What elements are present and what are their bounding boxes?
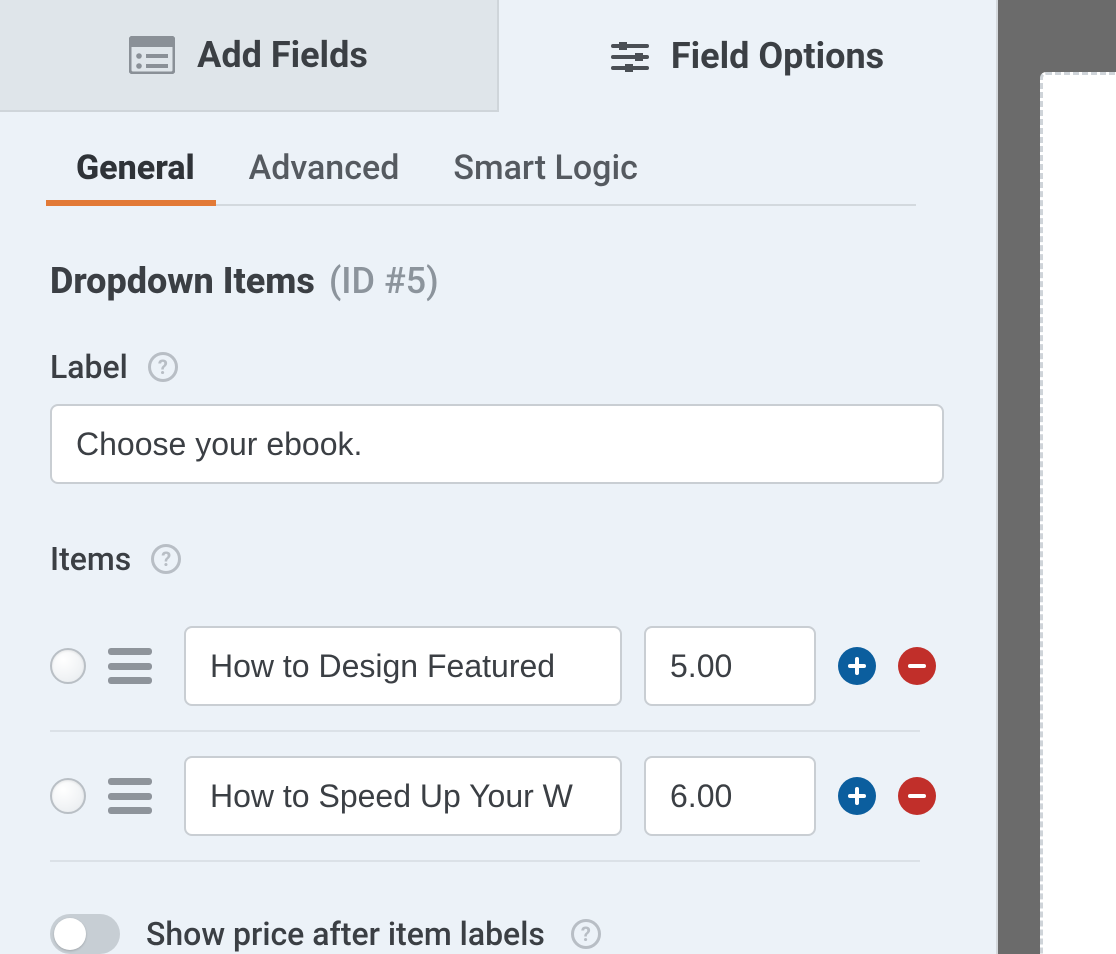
show-price-toggle[interactable] xyxy=(50,914,120,954)
field-type-title: Dropdown Items xyxy=(50,260,315,302)
top-tabs: Add Fields Field Options xyxy=(0,0,996,112)
tab-add-fields[interactable]: Add Fields xyxy=(0,0,499,112)
default-radio[interactable] xyxy=(50,648,86,684)
item-price-input[interactable] xyxy=(644,756,816,836)
form-preview-placeholder xyxy=(1040,72,1116,954)
label-input[interactable] xyxy=(50,404,944,484)
plus-icon xyxy=(847,656,867,676)
label-heading: Label xyxy=(50,348,128,386)
tab-field-options[interactable]: Field Options xyxy=(499,0,996,112)
subtab-active-indicator xyxy=(46,200,216,206)
label-heading-row: Label ? xyxy=(50,348,920,386)
tab-field-options-label: Field Options xyxy=(671,35,884,77)
items-heading: Items xyxy=(50,540,131,578)
subtab-advanced[interactable]: Advanced xyxy=(249,148,400,206)
item-row xyxy=(50,602,920,732)
form-list-icon xyxy=(129,36,175,74)
remove-item-button[interactable] xyxy=(898,647,936,685)
drag-handle-icon[interactable] xyxy=(108,648,152,684)
sliders-icon xyxy=(611,37,649,75)
field-options-panel: Dropdown Items (ID #5) Label ? Items ? xyxy=(0,206,996,954)
add-item-button[interactable] xyxy=(838,777,876,815)
tab-add-fields-label: Add Fields xyxy=(197,34,368,76)
add-item-button[interactable] xyxy=(838,647,876,685)
plus-icon xyxy=(847,786,867,806)
field-id: (ID #5) xyxy=(329,260,439,302)
subtab-smart-logic[interactable]: Smart Logic xyxy=(453,148,638,206)
minus-icon xyxy=(907,656,927,676)
remove-item-button[interactable] xyxy=(898,777,936,815)
default-radio[interactable] xyxy=(50,778,86,814)
subtab-general[interactable]: General xyxy=(76,148,195,206)
minus-icon xyxy=(907,786,927,806)
help-icon[interactable]: ? xyxy=(148,352,178,382)
item-name-input[interactable] xyxy=(184,626,622,706)
item-row xyxy=(50,732,920,862)
sub-tabs: General Advanced Smart Logic xyxy=(0,112,996,206)
toggle-knob xyxy=(54,918,86,950)
builder-sidebar: Add Fields Field Options General Advance… xyxy=(0,0,998,954)
show-price-toggle-label: Show price after item labels xyxy=(146,915,545,953)
help-icon[interactable]: ? xyxy=(571,919,601,949)
form-preview-column xyxy=(998,0,1116,954)
show-price-toggle-row: Show price after item labels ? xyxy=(50,914,920,954)
help-icon[interactable]: ? xyxy=(151,544,181,574)
drag-handle-icon[interactable] xyxy=(108,778,152,814)
item-name-input[interactable] xyxy=(184,756,622,836)
items-heading-row: Items ? xyxy=(50,540,920,578)
field-title-row: Dropdown Items (ID #5) xyxy=(50,260,920,302)
item-price-input[interactable] xyxy=(644,626,816,706)
